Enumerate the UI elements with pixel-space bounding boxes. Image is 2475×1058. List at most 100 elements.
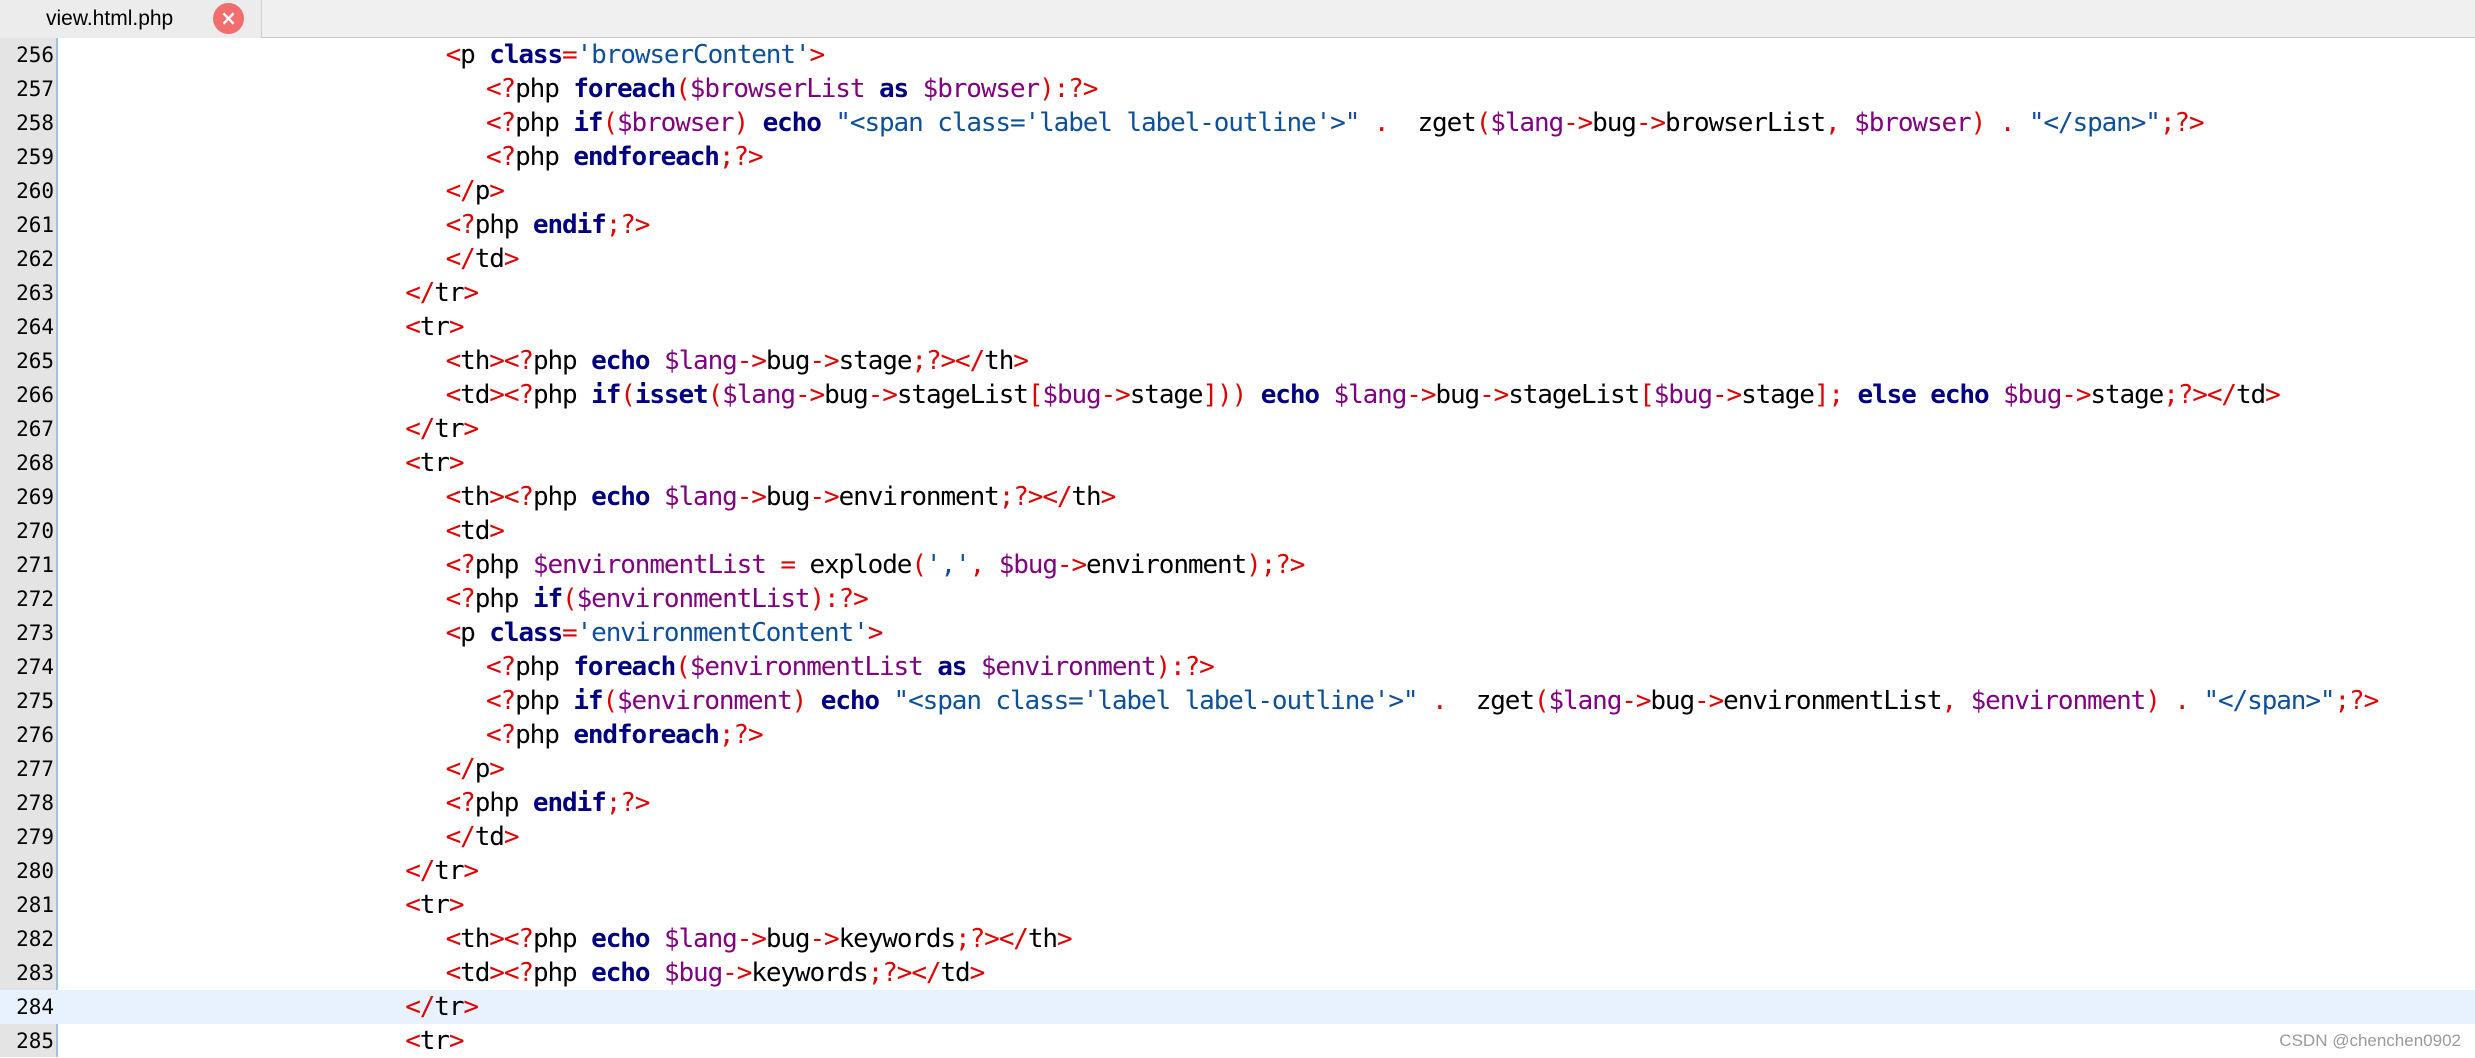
code-text: php [474,788,533,818]
code-punctuation: = [562,40,578,70]
code-punctuation: , [969,550,986,580]
code-line[interactable]: 277 </p> [0,752,2475,786]
code-text: tr [419,890,450,920]
code-punctuation: ( [911,550,927,580]
code-line[interactable]: 278 <?php endif;?> [0,786,2475,820]
code-string: "</span>" [2203,686,2335,716]
code-line[interactable]: 285 <tr> [0,1024,2475,1058]
code-line[interactable]: 281 <tr> [0,888,2475,922]
code-line[interactable]: 284 </tr> [0,990,2475,1024]
code-line[interactable]: 269 <th><?php echo $lang->bug->environmen… [0,480,2475,514]
line-number: 265 [16,349,54,373]
code-punctuation: , [1825,108,1841,138]
code-variable: $environment [1970,686,2147,716]
code-line[interactable]: 280 </tr> [0,854,2475,888]
code-line[interactable]: 264 <tr> [0,310,2475,344]
code-variable: $browser [617,108,735,138]
code-punctuation: . [1432,686,1448,716]
code-keyword: as [937,652,967,682]
code-line[interactable]: 262 </td> [0,242,2475,276]
line-number: 273 [16,621,54,645]
code-text: </td> [446,242,520,276]
code-text: tr [434,856,464,886]
code-line[interactable]: 266 <td><?php if(isset($lang->bug->stageL… [0,378,2475,412]
code-punctuation: > [867,618,884,648]
line-number: 275 [16,689,54,713]
code-punctuation: );?> [1246,550,1305,580]
code-punctuation: ( [620,380,636,410]
code-text: bug [1435,380,1480,410]
code-punctuation: < [445,346,462,376]
code-line[interactable]: 274 <?php foreach($environmentList as $en… [0,650,2475,684]
code-text: php [474,584,533,614]
code-text: tr [434,278,464,308]
code-text: php [515,686,574,716]
code-punctuation: -> [1635,108,1666,138]
line-number: 279 [16,825,54,849]
code-area[interactable]: 256 <p class='browserContent'> 257 <?php fo… [0,38,2475,1057]
code-line[interactable]: 261 <?php endif;?> [0,208,2475,242]
code-line[interactable]: 268 <tr> [0,446,2475,480]
code-line[interactable]: 279 </td> [0,820,2475,854]
code-punctuation: > [448,890,465,920]
code-line[interactable]: 265 <th><?php echo $lang->bug->stage;?></… [0,344,2475,378]
tab-view-html-php[interactable]: view.html.php × [0,0,262,38]
code-line[interactable]: 282 <th><?php echo $lang->bug->keywords;?… [0,922,2475,956]
code-punctuation: > [448,448,465,478]
code-line[interactable]: 272 <?php if($environmentList):?> [0,582,2475,616]
code-punctuation: ( [675,652,691,682]
code-text: bug [1650,686,1695,716]
code-editor[interactable]: 256 <p class='browserContent'> 257 <?php fo… [0,38,2475,1057]
code-punctuation: > [809,40,825,70]
code-punctuation: -> [1711,380,1742,410]
code-line[interactable]: 270 <td> [0,514,2475,548]
code-text: <tr> [405,1024,464,1058]
code-text: <tr> [405,888,465,922]
code-punctuation: ( [675,74,691,104]
code-line[interactable]: 276 <?php endforeach;?> [0,718,2475,752]
code-line[interactable]: 256 <p class='browserContent'> [0,38,2475,72]
code-punctuation: ( [602,108,618,138]
code-text: zget [1446,686,1535,716]
code-punctuation: </ [405,856,435,886]
code-keyword: echo [1930,380,1989,410]
close-icon[interactable]: × [213,3,244,34]
code-keyword: echo [820,686,880,716]
code-text: stage [1129,380,1204,410]
code-text: td [460,516,490,546]
code-line[interactable]: 275 <?php if($environment) echo "<span cl… [0,684,2475,718]
code-punctuation: [ [1027,380,1044,410]
code-punctuation: <? [486,652,516,682]
code-line[interactable]: 273 <p class='environmentContent'> [0,616,2475,650]
code-line[interactable]: 258 <?php if($browser) echo "<span class=… [0,106,2475,140]
code-punctuation: <? [486,142,516,172]
line-number: 283 [16,961,54,985]
code-text: </p> [445,174,505,208]
code-punctuation: </ [405,992,435,1022]
code-punctuation: -> [809,346,840,376]
code-line[interactable]: 260 </p> [0,174,2475,208]
code-line[interactable]: 267 </tr> [0,412,2475,446]
code-text: php [532,380,592,410]
code-punctuation: -> [1694,686,1724,716]
code-line[interactable]: 271 <?php $environmentList = explode(',',… [0,548,2475,582]
code-text: </tr> [405,412,479,446]
code-keyword: if [532,584,563,614]
code-text: </tr> [405,854,479,888]
code-text: p [474,754,491,784]
code-line[interactable]: 259 <?php endforeach;?> [0,140,2475,174]
code-variable: $browser [922,74,1041,104]
code-line[interactable]: 283 <td><?php echo $bug->keywords;?></td> [0,956,2475,990]
code-line[interactable]: 263 </tr> [0,276,2475,310]
code-text: <tr> [405,446,465,480]
code-text: td [460,380,490,410]
code-text: tr [434,992,464,1022]
code-line[interactable]: 257 <?php foreach($browserList as $browse… [0,72,2475,106]
code-punctuation: </ [445,176,476,206]
